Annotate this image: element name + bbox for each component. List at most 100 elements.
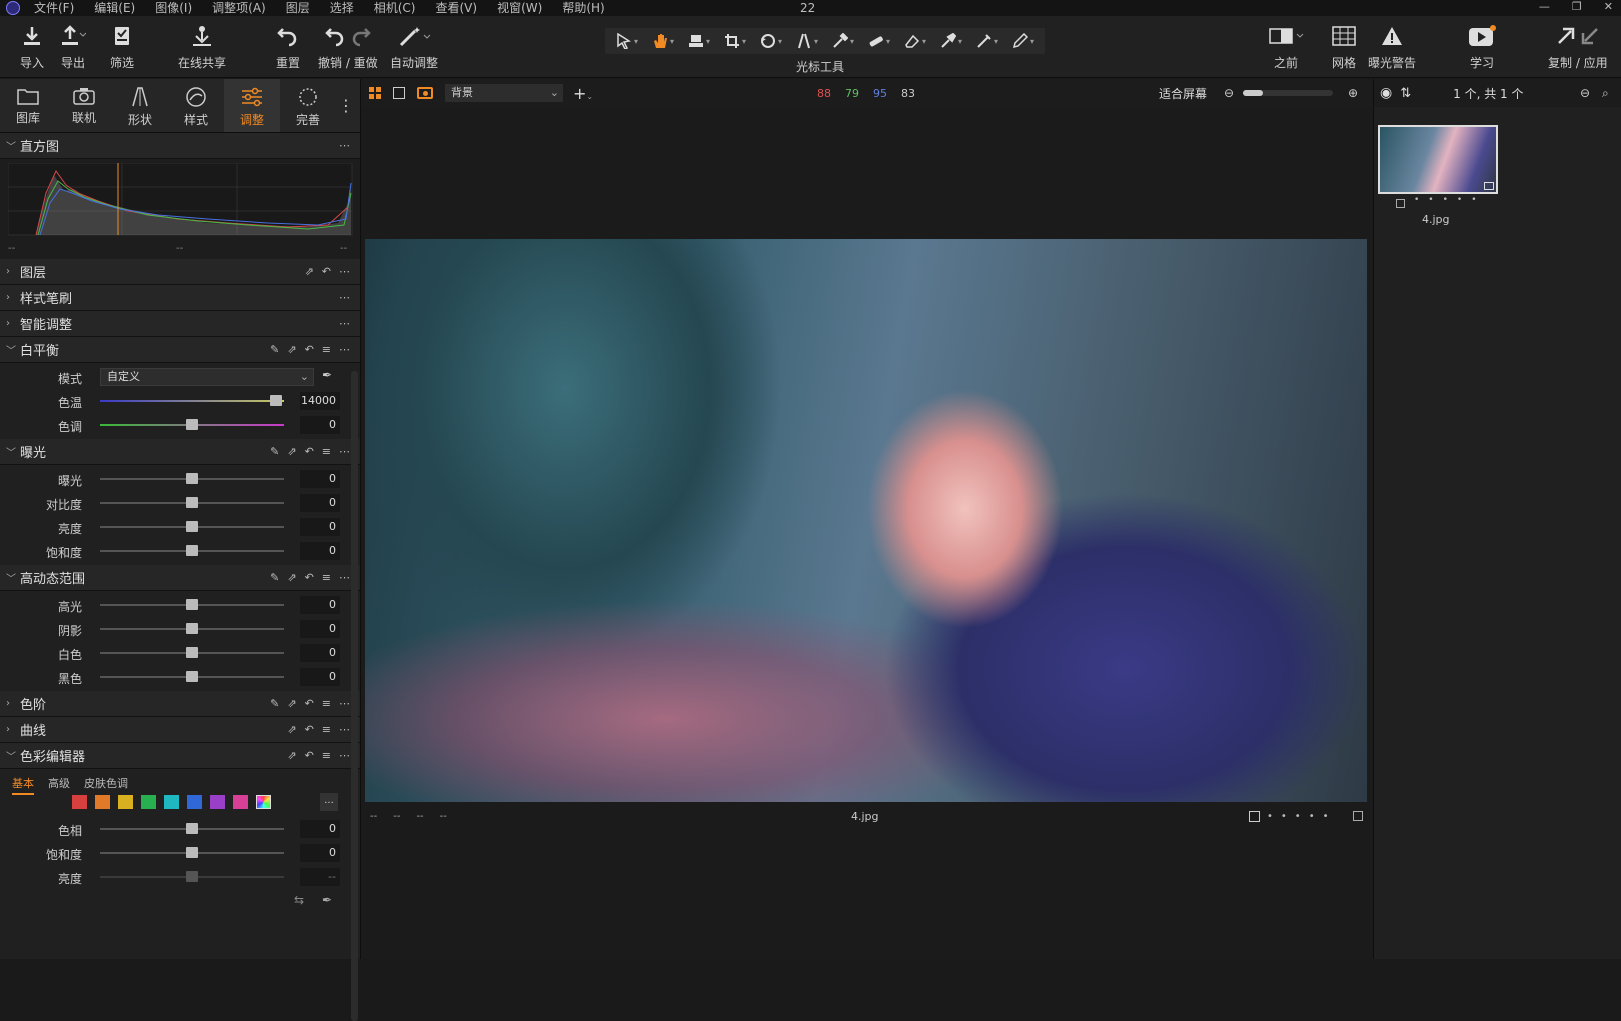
brightness-thumb[interactable] [186,521,198,532]
tab-library[interactable]: 图库 [0,79,56,132]
grid-button[interactable]: 网格 [1332,22,1356,71]
swatch-cyan[interactable] [164,795,179,809]
gradient-icon[interactable]: ▾ [976,33,998,49]
section-white-balance[interactable]: ﹀ 白平衡 ✎ ⇗ ↶ ≡ ⋯ [0,337,360,363]
fit-screen-label[interactable]: 适合屏幕 [1159,85,1207,102]
share-button[interactable]: 在线共享 [178,22,226,71]
zoom-slider[interactable] [1243,90,1333,96]
menu-adjustments[interactable]: 调整项(A) [212,0,266,16]
reset-small-icon[interactable]: ↶ [322,265,331,278]
copy-icon[interactable]: ⇗ [305,265,314,278]
reset-button[interactable]: 重置 [276,22,300,71]
menu-lines-icon[interactable]: ≡ [322,343,331,356]
section-color-editor[interactable]: ﹀ 色彩编辑器 ⇗ ↶ ≡ ⋯ [0,743,360,769]
tab-basic[interactable]: 基本 [12,775,34,795]
wb-temp-track[interactable] [100,400,284,402]
copy-icon[interactable]: ⇗ [287,723,296,736]
more-tabs-icon[interactable]: ⋮ [336,79,356,132]
swatch-orange[interactable] [95,795,110,809]
browser-zoom-icon[interactable]: ⊖ [1580,86,1590,100]
more-icon[interactable]: ⋯ [339,445,350,458]
sort-icon[interactable]: ⇅ [1400,86,1411,101]
highlights-value[interactable]: 0 [300,596,340,614]
eraser-icon[interactable]: ▾ [904,33,926,49]
brightness-value[interactable]: 0 [300,518,340,536]
more-icon[interactable]: ⋯ [339,317,350,330]
menu-help[interactable]: 帮助(H) [562,0,604,16]
zoom-in-icon[interactable]: ⊕ [1348,86,1358,100]
copy-icon[interactable]: ⇗ [287,445,296,458]
shadows-value[interactable]: 0 [300,620,340,638]
color-lightness-thumb[interactable] [186,871,198,882]
copy-icon[interactable]: ⇗ [287,343,296,356]
color-picker-icon[interactable]: ✒ [322,893,332,907]
select-checkbox[interactable] [1249,810,1260,822]
exposure-thumb[interactable] [186,473,198,484]
tab-lens[interactable]: 形状 [112,79,168,132]
exposure-warning-button[interactable]: 曝光警告 [1368,22,1416,71]
more-icon[interactable]: ⋯ [339,291,350,304]
color-saturation-value[interactable]: 0 [300,844,340,862]
thumbnail-checkbox[interactable] [1396,199,1405,208]
pen-icon[interactable]: ▾ [1012,33,1034,49]
thumbnail[interactable] [1378,125,1498,194]
thumbnail-rating-dots[interactable]: ••••• [1414,195,1486,205]
rotate-icon[interactable]: ▾ [760,33,782,49]
minimize-icon[interactable]: — [1539,0,1550,14]
swap-icon[interactable]: ⇆ [294,893,304,907]
color-saturation-thumb[interactable] [186,847,198,858]
section-smart-adjust[interactable]: › 智能调整 ⋯ [0,311,360,337]
menu-lines-icon[interactable]: ≡ [322,723,331,736]
reset-small-icon[interactable]: ↶ [305,697,314,710]
reset-small-icon[interactable]: ↶ [305,343,314,356]
close-icon[interactable]: ✕ [1604,0,1613,14]
pan-hand-icon[interactable]: ▾ [652,33,674,49]
zoom-out-icon[interactable]: ⊖ [1224,86,1234,100]
menu-camera[interactable]: 相机(C) [374,0,416,16]
auto-adjust-button[interactable]: 自动调整 [390,22,438,71]
tab-adjust[interactable]: 调整 [224,79,280,132]
pipette-icon[interactable]: ✎ [270,343,279,356]
rating-dots[interactable]: ••••• [1267,811,1337,822]
reset-small-icon[interactable]: ↶ [305,749,314,762]
contrast-value[interactable]: 0 [300,494,340,512]
swatch-blue[interactable] [187,795,202,809]
blacks-value[interactable]: 0 [300,668,340,686]
perspective-icon[interactable]: ▾ [796,33,818,49]
menu-edit[interactable]: 编辑(E) [94,0,135,16]
copy-icon[interactable]: ⇗ [287,749,296,762]
section-hdr[interactable]: ﹀ 高动态范围 ✎ ⇗ ↶ ≡ ⋯ [0,565,360,591]
panel-scrollbar[interactable] [351,371,358,1021]
menu-window[interactable]: 视窗(W) [497,0,542,16]
copy-icon[interactable]: ⇗ [287,571,296,584]
saturation-thumb[interactable] [186,545,198,556]
more-icon[interactable]: ⋯ [339,749,350,762]
wb-tint-value[interactable]: 0 [300,416,340,434]
tab-refine[interactable]: 完善 [280,79,336,132]
before-button[interactable]: 之前 [1268,22,1304,71]
menu-file[interactable]: 文件(F) [34,0,74,16]
more-icon[interactable]: ⋯ [339,343,350,356]
menu-lines-icon[interactable]: ≡ [322,571,331,584]
menu-view[interactable]: 查看(V) [436,0,478,16]
layer-select[interactable]: 背景 ⌄ [445,84,563,102]
wb-tint-thumb[interactable] [186,419,198,430]
swatch-yellow[interactable] [118,795,133,809]
eyedropper-icon[interactable]: ✒ [322,368,332,382]
more-icon[interactable]: ⋯ [339,139,350,152]
menu-lines-icon[interactable]: ≡ [322,697,331,710]
eye-icon[interactable]: ◉ [1380,85,1392,101]
shadows-thumb[interactable] [186,623,198,634]
histogram-header[interactable]: ﹀ 直方图 ⋯ [0,133,360,159]
tab-tether[interactable]: 联机 [56,79,112,132]
picker-icon[interactable]: ▾ [940,33,962,49]
maximize-icon[interactable]: ❐ [1572,0,1582,14]
import-button[interactable]: 导入 [20,22,44,71]
color-tag-icon[interactable] [1353,811,1363,821]
wb-mode-select[interactable]: 自定义 ⌄ [100,368,314,386]
hue-value[interactable]: 0 [300,820,340,838]
more-icon[interactable]: ⋯ [339,571,350,584]
pipette-icon[interactable]: ✎ [270,445,279,458]
copy-icon[interactable]: ⇗ [287,697,296,710]
whites-value[interactable]: 0 [300,644,340,662]
